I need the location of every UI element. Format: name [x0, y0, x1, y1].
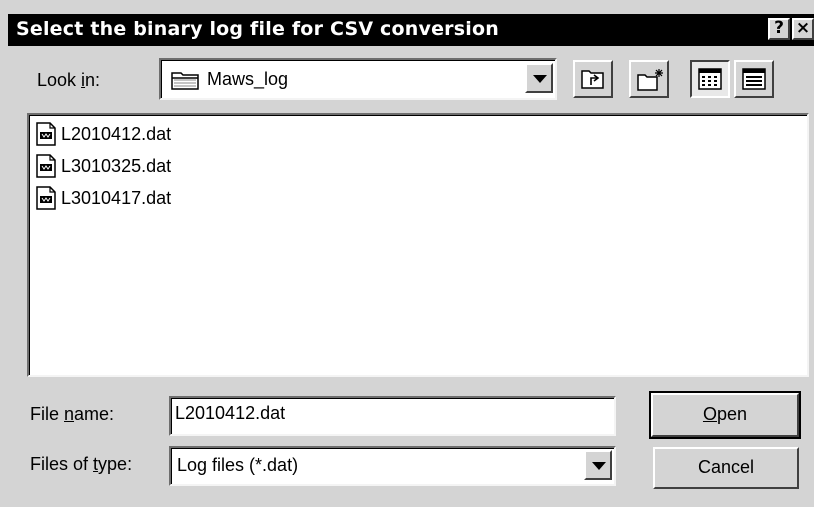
look-in-value: Maws_log: [207, 69, 289, 89]
file-name: L2010412.dat: [61, 123, 172, 144]
close-icon: ×: [795, 18, 811, 38]
open-button[interactable]: Open: [649, 391, 801, 439]
data-file-icon: [36, 186, 56, 210]
file-item[interactable]: L3010417.dat: [35, 183, 171, 213]
close-button[interactable]: ×: [792, 18, 814, 40]
look-in-label: Look in:: [37, 70, 101, 90]
details-view-button[interactable]: [734, 60, 774, 98]
files-of-type-select[interactable]: Log files (*.dat): [169, 446, 616, 486]
help-button[interactable]: ?: [768, 18, 790, 40]
file-open-dialog: Select the binary log file for CSV conve…: [0, 0, 814, 507]
dialog-title: Select the binary log file for CSV conve…: [16, 18, 499, 40]
file-item[interactable]: L3010325.dat: [35, 151, 171, 181]
create-new-folder-button[interactable]: [629, 60, 669, 98]
list-view-button[interactable]: [690, 60, 730, 98]
up-one-level-button[interactable]: [573, 60, 613, 98]
list-view-icon: [698, 68, 722, 90]
files-of-type-value: Log files (*.dat): [177, 455, 299, 475]
look-in-dropdown-button[interactable]: [525, 63, 553, 93]
details-view-icon: [742, 68, 766, 90]
data-file-icon: [36, 122, 56, 146]
title-bar[interactable]: Select the binary log file for CSV conve…: [8, 14, 814, 46]
help-icon: ?: [774, 18, 784, 38]
up-one-level-icon: [581, 70, 604, 89]
create-new-folder-icon: [637, 69, 663, 91]
data-file-icon: [36, 154, 56, 178]
files-of-type-label: Files of type:: [30, 454, 133, 474]
file-item[interactable]: L2010412.dat: [35, 119, 171, 149]
look-in-combobox[interactable]: Maws_log: [159, 58, 557, 100]
file-name-input[interactable]: L2010412.dat: [169, 396, 616, 436]
cancel-button[interactable]: Cancel: [653, 447, 799, 489]
file-name-label: File name:: [30, 404, 115, 424]
file-name: L3010417.dat: [61, 187, 172, 208]
file-name: L3010325.dat: [61, 155, 172, 176]
files-of-type-dropdown-button[interactable]: [584, 450, 612, 480]
folder-icon: [171, 72, 199, 90]
chevron-down-icon: [592, 462, 606, 470]
file-list[interactable]: L2010412.dat L3010325.dat L3010417.dat: [27, 113, 809, 377]
chevron-down-icon: [533, 75, 547, 83]
